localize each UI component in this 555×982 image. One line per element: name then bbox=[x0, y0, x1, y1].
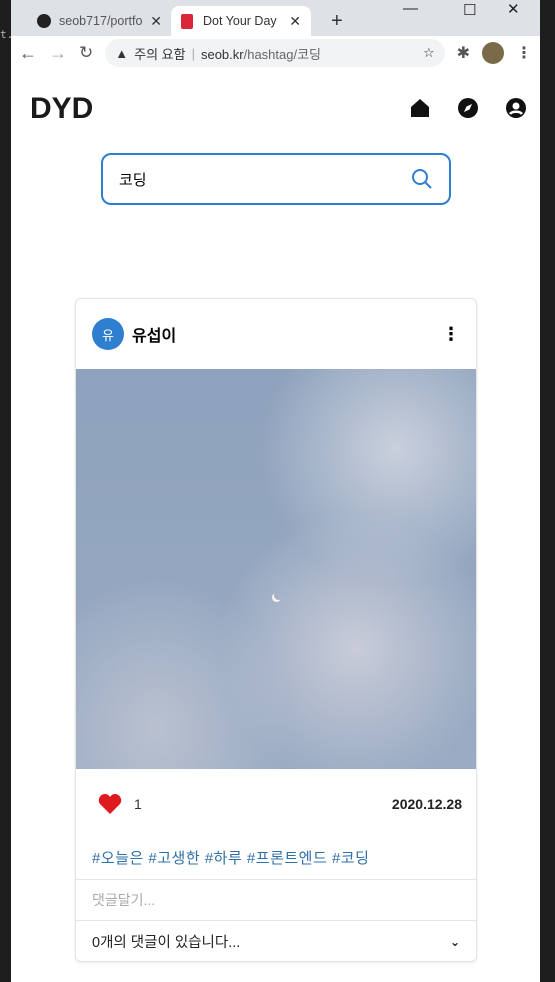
star-icon[interactable]: ☆ bbox=[423, 45, 435, 61]
new-tab-button[interactable]: + bbox=[321, 6, 353, 36]
menu-icon[interactable]: ⋮ bbox=[516, 43, 532, 63]
home-icon[interactable] bbox=[410, 98, 430, 118]
browser-window: seob717/portfo ✕ Dot Your Day ✕ + — ☐ ✕ … bbox=[11, 0, 540, 982]
comment-count: 0개의 댓글이 있습니다... bbox=[92, 935, 241, 951]
url: seob.kr/hashtag/코딩 bbox=[200, 46, 322, 62]
moon bbox=[274, 591, 283, 600]
like-count: 1 bbox=[134, 796, 142, 812]
logo[interactable]: DYD bbox=[30, 92, 93, 126]
comments-toggle[interactable]: 0개의 댓글이 있습니다... ⌄ bbox=[76, 920, 476, 961]
chevron-down-icon: ⌄ bbox=[449, 934, 460, 949]
forward-icon[interactable]: → bbox=[49, 43, 67, 64]
post-meta: 1 2020.12.28 bbox=[76, 769, 476, 839]
hashtags[interactable]: #오늘은 #고생한 #하루 #프론트엔드 #코딩 bbox=[76, 839, 476, 879]
comment-input[interactable] bbox=[92, 892, 460, 908]
tab-bar: seob717/portfo ✕ Dot Your Day ✕ + — ☐ ✕ bbox=[11, 0, 540, 36]
comment-box bbox=[76, 879, 476, 920]
extensions-icon[interactable]: ✱ bbox=[457, 43, 470, 63]
search-box bbox=[101, 153, 451, 205]
book-icon bbox=[181, 13, 193, 29]
search-icon[interactable] bbox=[411, 168, 433, 190]
avatar[interactable]: 유 bbox=[92, 318, 124, 350]
heart-icon[interactable] bbox=[98, 793, 122, 815]
back-icon[interactable]: ← bbox=[19, 43, 37, 64]
address-bar[interactable]: ▲ 주의 요함 | seob.kr/hashtag/코딩 ☆ bbox=[105, 39, 445, 67]
username[interactable]: 유섭이 bbox=[132, 322, 434, 346]
post-header: 유 유섭이 ⋮ bbox=[76, 299, 476, 369]
maximize-button[interactable]: ☐ bbox=[463, 1, 476, 19]
more-options-icon[interactable]: ⋮ bbox=[442, 324, 460, 345]
github-icon bbox=[37, 14, 51, 28]
search-input[interactable] bbox=[119, 170, 411, 188]
tab-github[interactable]: seob717/portfo ✕ bbox=[27, 6, 172, 36]
post-card: 유 유섭이 ⋮ 1 2020.12.28 #오늘은 #고생한 #하루 #프론트엔… bbox=[75, 298, 477, 962]
user-icon[interactable] bbox=[506, 98, 526, 118]
compass-icon[interactable] bbox=[458, 98, 478, 118]
toolbar: ← → ↻ ▲ 주의 요함 | seob.kr/hashtag/코딩 ☆ ✱ ⋮ bbox=[11, 36, 540, 70]
reload-icon[interactable]: ↻ bbox=[79, 43, 93, 63]
tab-dot-your-day[interactable]: Dot Your Day ✕ bbox=[171, 6, 311, 36]
post-image bbox=[76, 369, 476, 769]
warning-icon: ▲ bbox=[115, 45, 129, 61]
close-window-button[interactable]: ✕ bbox=[507, 0, 520, 18]
close-tab-icon[interactable]: ✕ bbox=[289, 13, 301, 30]
post-date: 2020.12.28 bbox=[391, 796, 462, 812]
minimize-button[interactable]: — bbox=[403, 0, 418, 17]
profile-avatar[interactable] bbox=[482, 42, 504, 64]
close-tab-icon[interactable]: ✕ bbox=[150, 13, 162, 30]
page: DYD 유 유섭이 ⋮ 1 2020.12.28 #오늘은 #고생한 #하루 #… bbox=[11, 70, 540, 982]
